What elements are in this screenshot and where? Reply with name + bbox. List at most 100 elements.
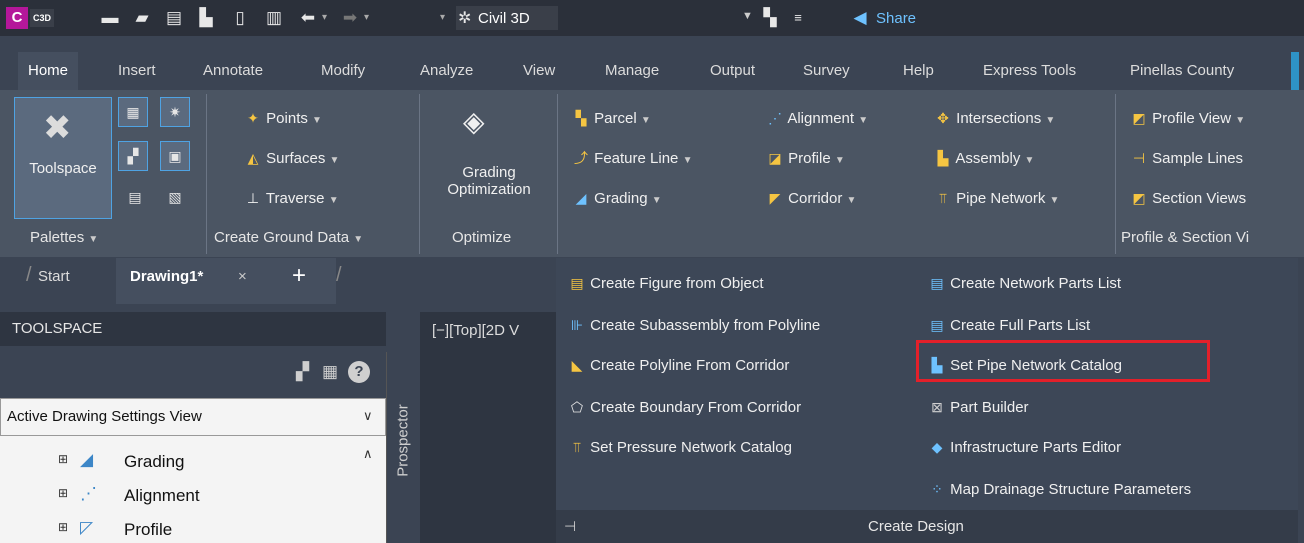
infrastructure-parts-editor-item[interactable]: ◆ Infrastructure Parts Editor <box>928 438 1121 456</box>
set-pipe-network-catalog-item[interactable]: ▙ Set Pipe Network Catalog <box>928 356 1122 374</box>
tab-help[interactable]: Help <box>903 52 934 90</box>
expand-icon[interactable]: ⊞ <box>58 486 68 500</box>
save-to-cloud-icon[interactable]: ▙ <box>196 8 216 28</box>
tab-annotate[interactable]: Annotate <box>203 52 263 90</box>
drawing-viewport[interactable]: [−][Top][2D V <box>420 312 556 543</box>
tree-item-grading[interactable]: Grading <box>124 452 184 472</box>
create-boundary-label: Create Boundary From Corridor <box>590 399 802 416</box>
grading-button[interactable]: ◢ Grading ▼ <box>572 189 662 207</box>
traverse-label: Traverse <box>265 190 325 207</box>
corridor-button[interactable]: ◤ Corridor ▼ <box>766 189 857 207</box>
new-tab-button[interactable]: + <box>292 262 306 290</box>
tab-express-tools[interactable]: Express Tools <box>983 52 1076 90</box>
prospector-side-tab[interactable]: Prospector <box>386 352 419 543</box>
match-properties-icon[interactable]: ▚ <box>760 8 780 28</box>
create-subassembly-from-polyline-item[interactable]: ⊪ Create Subassembly from Polyline <box>568 316 820 334</box>
optimize-panel-title: Optimize <box>452 229 512 246</box>
create-full-parts-list-item[interactable]: ▤ Create Full Parts List <box>928 316 1090 334</box>
tab-survey[interactable]: Survey <box>803 52 850 90</box>
tab-home[interactable]: Home <box>18 52 79 90</box>
tab-output[interactable]: Output <box>710 52 755 90</box>
create-boundary-from-corridor-item[interactable]: ⬠ Create Boundary From Corridor <box>568 398 801 416</box>
qat-dropdown-icon[interactable]: ▾ <box>440 9 445 27</box>
tab-view[interactable]: View <box>523 52 555 90</box>
boundary-icon: ⬠ <box>570 399 584 415</box>
redo-icon[interactable]: ➡ <box>340 8 360 28</box>
scroll-up-icon[interactable]: ∧ <box>363 446 373 462</box>
expand-icon[interactable]: ⊞ <box>58 452 68 466</box>
section-views-button[interactable]: ◩ Section Views <box>1130 189 1246 207</box>
close-tab-icon[interactable]: × <box>238 268 247 285</box>
survey-palette-button[interactable]: ▞ <box>118 141 148 171</box>
profile-section-panel-title: Profile & Section Vi <box>1121 229 1250 246</box>
profile-button[interactable]: ◪ Profile ▼ <box>766 149 844 167</box>
layer-palette-button[interactable]: ▧ <box>166 188 184 206</box>
open-folder-icon[interactable]: ▰ <box>132 8 152 28</box>
redo-dropdown-icon[interactable]: ▾ <box>364 9 369 27</box>
profile-view-button[interactable]: ◩ Profile View ▼ <box>1130 109 1245 127</box>
parcel-button[interactable]: ▚ Parcel ▼ <box>572 109 651 127</box>
undo-icon[interactable]: ⬅ <box>298 8 318 28</box>
share-icon[interactable]: ◀ <box>850 8 870 28</box>
toolspace-header[interactable]: TOOLSPACE <box>0 312 386 346</box>
tool-palettes-button[interactable]: ▤ <box>126 188 144 206</box>
points-button[interactable]: ✦ Points ▼ <box>244 109 322 127</box>
create-ground-data-panel-title[interactable]: Create Ground Data ▼ <box>214 229 363 246</box>
feature-line-button[interactable]: ⤴ Feature Line ▼ <box>572 149 692 167</box>
tree-item-profile[interactable]: Profile <box>124 520 172 540</box>
toolbox-palette-button[interactable]: ▣ <box>160 141 190 171</box>
toolspace-toggle-icon[interactable]: ▞ <box>296 362 309 382</box>
set-pipe-catalog-label: Set Pipe Network Catalog <box>950 357 1122 374</box>
palettes-title-label: Palettes <box>30 229 85 246</box>
traverse-button[interactable]: ⊥ Traverse ▼ <box>244 189 339 207</box>
app-logo[interactable]: C <box>6 7 28 29</box>
toolspace-button[interactable]: ✖ Toolspace <box>14 97 112 219</box>
surfaces-button[interactable]: ◭ Surfaces ▼ <box>244 149 340 167</box>
viewport-controls[interactable]: [−][Top][2D V <box>432 322 519 339</box>
tab-drawing1[interactable]: Drawing1* × + <box>116 258 336 304</box>
part-builder-item[interactable]: ⊠ Part Builder <box>928 398 1028 416</box>
sample-lines-button[interactable]: ⊣ Sample Lines <box>1130 149 1243 167</box>
grading-optimization-button[interactable]: Grading Optimization <box>425 164 553 198</box>
workspace-dropdown-icon[interactable]: ▼ <box>742 10 753 22</box>
palettes-panel-title[interactable]: Palettes ▼ <box>30 229 98 246</box>
grading-icon: ◢ <box>575 190 587 206</box>
create-network-parts-list-item[interactable]: ▤ Create Network Parts List <box>928 274 1121 292</box>
customize-qat-icon[interactable]: ≡ <box>788 8 808 28</box>
set-pressure-network-catalog-item[interactable]: ⫪ Set Pressure Network Catalog <box>568 438 792 456</box>
tab-analyze[interactable]: Analyze <box>420 52 473 90</box>
assembly-label: Assembly <box>955 150 1021 167</box>
grading-tree-icon: ◢ <box>80 450 94 469</box>
tab-pinellas-county[interactable]: Pinellas County <box>1130 52 1234 90</box>
save-icon[interactable]: ▤ <box>164 8 184 28</box>
create-figure-from-object-item[interactable]: ▤ Create Figure from Object <box>568 274 763 292</box>
tab-insert[interactable]: Insert <box>118 52 156 90</box>
properties-palette-button[interactable]: ▦ <box>118 97 148 127</box>
assembly-button[interactable]: ▙ Assembly ▼ <box>934 149 1035 167</box>
export-icon[interactable]: ▯ <box>230 8 250 28</box>
tab-start[interactable]: Start <box>38 268 70 285</box>
new-file-icon[interactable]: ▬ <box>100 8 120 28</box>
alignment-button[interactable]: ⋰ Alignment ▼ <box>766 109 868 127</box>
map-drainage-structure-parameters-item[interactable]: ⁘ Map Drainage Structure Parameters <box>928 480 1191 498</box>
pipe-network-button[interactable]: ⫪ Pipe Network ▼ <box>934 189 1059 207</box>
view-select[interactable]: Active Drawing Settings View ∨ <box>0 398 386 436</box>
intersections-button[interactable]: ✥ Intersections ▼ <box>934 109 1055 127</box>
tree-item-alignment[interactable]: Alignment <box>124 486 200 506</box>
expand-icon[interactable]: ⊞ <box>58 520 68 534</box>
create-polyline-from-corridor-item[interactable]: ◣ Create Polyline From Corridor <box>568 356 790 374</box>
alignment-icon: ⋰ <box>768 110 782 126</box>
undo-dropdown-icon[interactable]: ▾ <box>322 9 327 27</box>
drawing-tab-label: Drawing1* <box>130 268 204 285</box>
share-button[interactable]: Share <box>876 10 916 27</box>
tab-modify[interactable]: Modify <box>321 52 365 90</box>
print-icon[interactable]: ▥ <box>264 8 284 28</box>
tab-manage[interactable]: Manage <box>605 52 659 90</box>
parcel-icon: ▚ <box>575 110 587 126</box>
assembly-icon: ▙ <box>937 150 949 166</box>
settings-palette-button[interactable]: ✷ <box>160 97 190 127</box>
pin-icon[interactable]: ⊣ <box>564 518 576 535</box>
help-icon[interactable]: ? <box>348 361 370 383</box>
drainage-map-icon: ⁘ <box>931 481 943 497</box>
toolspace-layout-icon[interactable]: ▦ <box>322 362 338 382</box>
